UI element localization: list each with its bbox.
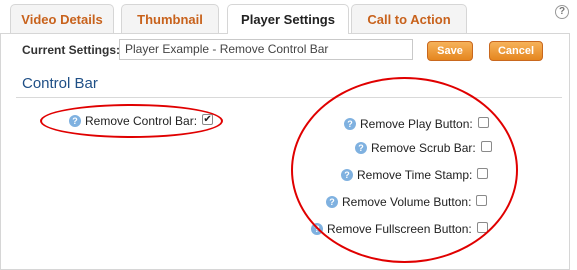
- remove-volume-button-option: ? Remove Volume Button:: [326, 194, 488, 210]
- remove-control-bar-checkbox[interactable]: ✔: [202, 114, 214, 126]
- tab-player-settings[interactable]: Player Settings: [227, 4, 349, 34]
- current-settings-label: Current Settings:: [22, 43, 121, 57]
- help-icon[interactable]: ?: [326, 195, 338, 208]
- remove-volume-button-label: Remove Volume Button:: [342, 194, 472, 209]
- remove-scrub-bar-label: Remove Scrub Bar:: [371, 140, 476, 155]
- remove-fullscreen-button-label: Remove Fullscreen Button:: [327, 221, 472, 236]
- remove-control-bar-option: ? Remove Control Bar: ✔: [69, 113, 214, 129]
- remove-fullscreen-button-option: ? Remove Fullscreen Button:: [311, 221, 488, 237]
- tab-bar: Video Details Thumbnail Player Settings …: [0, 0, 577, 34]
- remove-control-bar-label: Remove Control Bar:: [85, 113, 198, 128]
- save-button[interactable]: Save: [427, 41, 473, 61]
- tab-thumbnail[interactable]: Thumbnail: [121, 4, 219, 33]
- remove-time-stamp-option: ? Remove Time Stamp:: [341, 167, 489, 183]
- help-icon[interactable]: ?: [555, 5, 569, 19]
- remove-scrub-bar-option: ? Remove Scrub Bar:: [355, 140, 492, 156]
- current-settings-row: Current Settings: Player Example - Remov…: [0, 33, 570, 66]
- help-icon[interactable]: ?: [341, 168, 353, 181]
- tab-video-details[interactable]: Video Details: [10, 4, 114, 33]
- help-icon[interactable]: ?: [344, 117, 356, 130]
- section-title: Control Bar: [22, 75, 98, 92]
- help-icon[interactable]: ?: [69, 114, 81, 127]
- remove-fullscreen-button-checkbox[interactable]: [476, 222, 488, 234]
- section-divider: [16, 97, 562, 98]
- remove-time-stamp-checkbox[interactable]: [477, 168, 489, 180]
- remove-play-button-option: ? Remove Play Button:: [344, 116, 489, 132]
- help-icon[interactable]: ?: [355, 141, 367, 154]
- tab-call-to-action[interactable]: Call to Action: [351, 4, 467, 33]
- remove-time-stamp-label: Remove Time Stamp:: [357, 167, 473, 182]
- cancel-button[interactable]: Cancel: [489, 41, 543, 61]
- remove-play-button-label: Remove Play Button:: [360, 116, 473, 131]
- help-icon[interactable]: ?: [311, 222, 323, 235]
- remove-scrub-bar-checkbox[interactable]: [480, 141, 492, 153]
- remove-play-button-checkbox[interactable]: [477, 117, 489, 129]
- current-settings-field[interactable]: Player Example - Remove Control Bar: [119, 39, 413, 60]
- remove-volume-button-checkbox[interactable]: [476, 195, 488, 207]
